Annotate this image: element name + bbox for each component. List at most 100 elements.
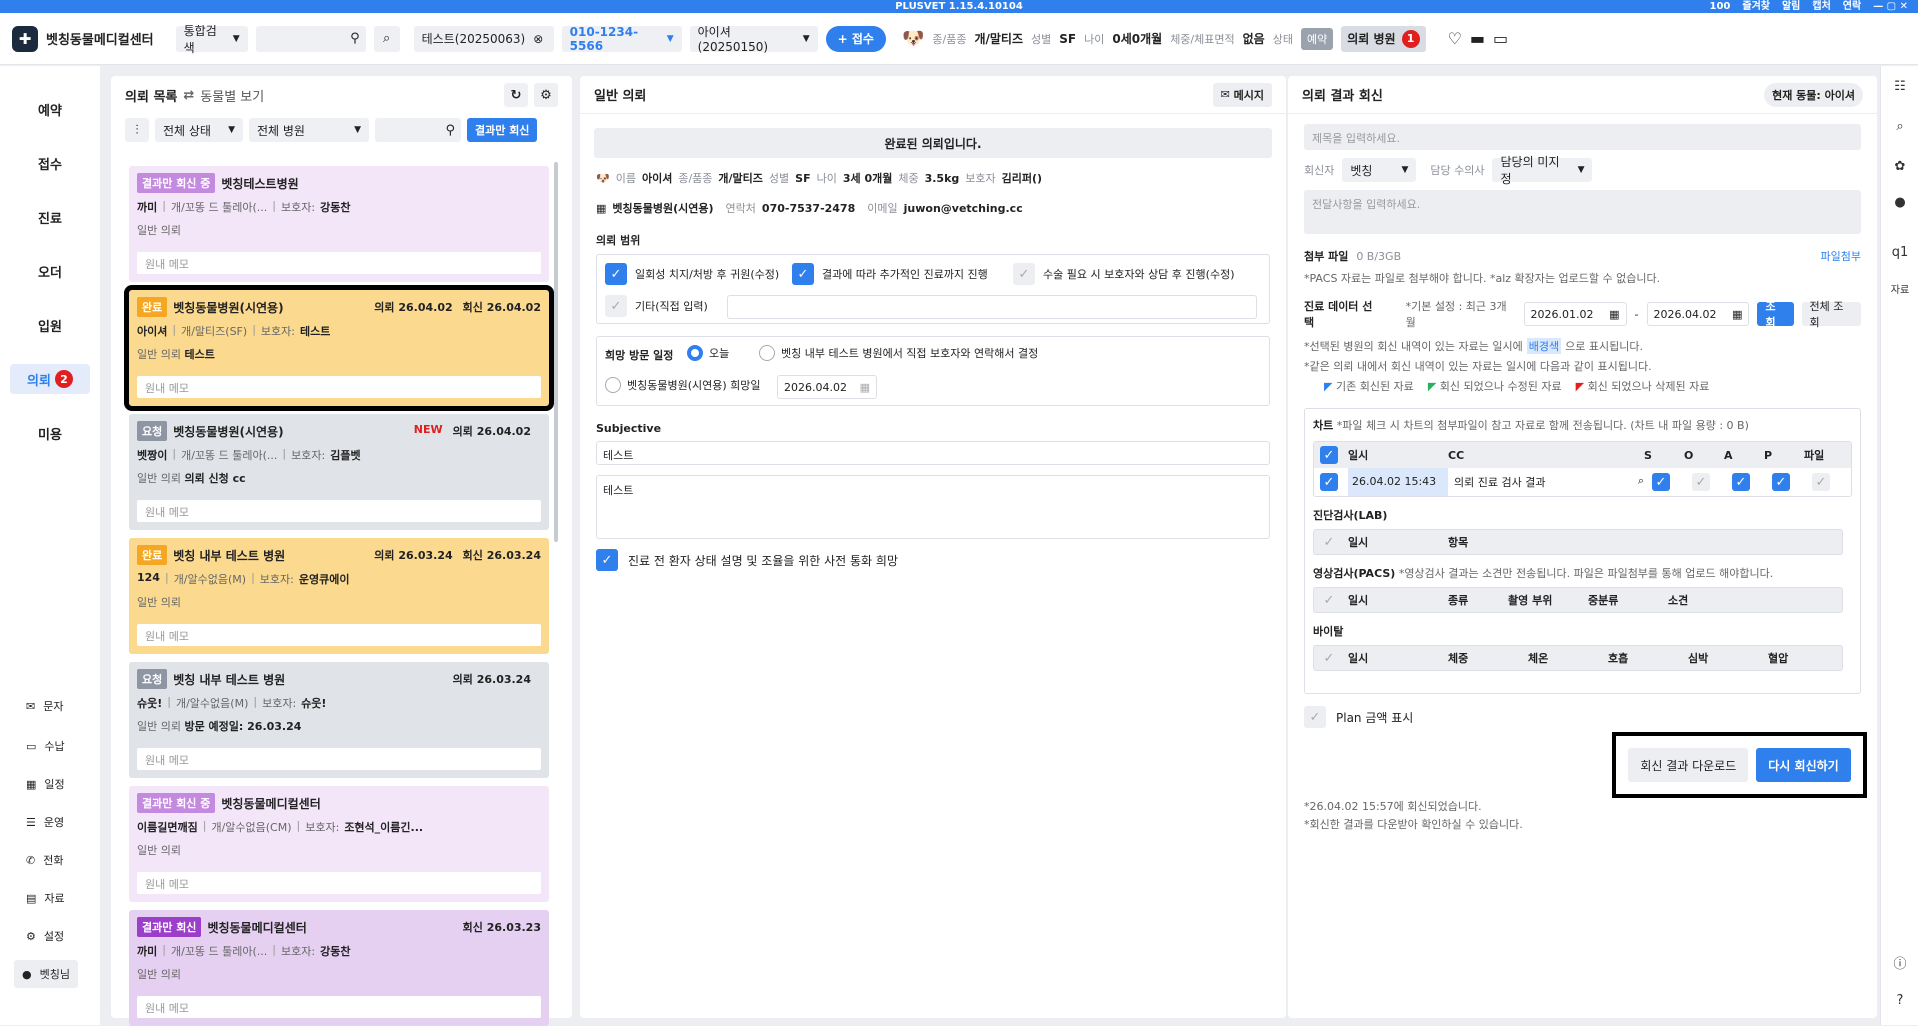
capture-link[interactable]: 캡처 <box>1812 0 1830 13</box>
message-button[interactable]: ✉ 메시지 <box>1212 82 1272 107</box>
memo-input[interactable]: 원내 메모 <box>137 252 541 274</box>
checkbox[interactable]: ✓ <box>792 263 814 285</box>
reply-title-input[interactable]: 제목을 입력하세요. <box>1304 124 1861 150</box>
visit-option-contact[interactable]: 벳칭 내부 테스트 병원에서 직접 보호자와 연락해서 결정 <box>759 345 1038 361</box>
settings-icon[interactable]: ⚙ <box>534 83 558 107</box>
subjective-title-input[interactable]: 테스트 <box>596 441 1270 465</box>
alerts-link[interactable]: 알림 <box>1782 0 1800 13</box>
heart-monitor-icon[interactable]: ♡ <box>1448 29 1462 48</box>
info-icon[interactable]: ⓘ <box>1890 952 1910 972</box>
memo-input[interactable]: 원내 메모 <box>137 624 541 646</box>
list-search-input[interactable]: ⚲ <box>375 118 461 142</box>
query-all-button[interactable]: 전체 조회 <box>1801 300 1861 329</box>
patient-select[interactable]: 아이셔(20250150) ▼ <box>689 25 818 54</box>
referral-card[interactable]: 결과만 회신 벳칭동물메디컬센터 회신 26.03.23 까미 | 개/꼬똥 드 툴레아… <box>129 910 549 1026</box>
user-menu[interactable]: ● 벳칭님 <box>14 960 78 988</box>
register-button[interactable]: + 접수 <box>825 25 886 52</box>
plan-option[interactable]: ✓ Plan 금액 표시 <box>1288 694 1877 728</box>
pre-call-option[interactable]: ✓ 진료 전 환자 상태 설명 및 조율을 위한 사전 통화 희망 <box>596 549 1270 571</box>
paw-icon[interactable]: ✿ <box>1890 156 1910 176</box>
nav-item-inpatient[interactable]: 입원 <box>10 310 90 340</box>
row-checkbox[interactable]: ✓ <box>1320 473 1338 491</box>
refresh-icon[interactable]: ↻ <box>504 83 528 107</box>
scrollbar[interactable] <box>554 162 558 542</box>
q1-icon[interactable]: q1 <box>1890 242 1910 262</box>
select-all-checkbox[interactable]: ✓ <box>1320 446 1338 464</box>
contacts-icon[interactable]: ☷ <box>1890 76 1910 96</box>
nav-sms[interactable]: ✉ 문자 <box>26 698 63 714</box>
vet-select[interactable]: 담당의 미지정 ▼ <box>1492 155 1593 186</box>
query-button[interactable]: 조회 <box>1757 300 1794 329</box>
date-to-input[interactable]: 2026.04.02 ▦ <box>1646 302 1750 326</box>
nav-item-order[interactable]: 오더 <box>10 256 90 286</box>
download-result-button[interactable]: 회신 결과 다운로드 <box>1628 748 1749 782</box>
chart-row[interactable]: ✓ 26.04.02 15:43 의뢰 진료 검사 결과 ⌕ ✓ ✓ ✓ ✓ ✓ <box>1314 468 1851 496</box>
window-controls[interactable]: — ▢ ✕ <box>1873 0 1908 13</box>
filter-icon[interactable]: ⫶ <box>125 118 149 142</box>
lab-checkbox[interactable]: ✓ <box>1320 533 1338 551</box>
referral-card[interactable]: 요청 벳칭 내부 테스트 병원 의뢰 26.03.24 슈웃! | 개/알수없음(M) |… <box>129 662 549 778</box>
data-icon[interactable]: 자료 <box>1890 278 1910 298</box>
nav-operation[interactable]: ☰ 운영 <box>26 814 64 830</box>
referral-card[interactable]: 결과만 회신 중 벳칭테스트병원 까미 | 개/꼬똥 드 툴레아(... | 보호자: 강동… <box>129 166 549 282</box>
replier-select[interactable]: 벳칭 ▼ <box>1342 158 1417 182</box>
nav-data[interactable]: ▤ 자료 <box>26 890 65 906</box>
favorites-link[interactable]: 즐겨찾 <box>1742 0 1770 13</box>
visit-option-date[interactable]: 벳칭동물병원(시연용) 희망일 <box>605 377 761 393</box>
referral-card[interactable]: 완료 벳칭동물병원(시연용) 의뢰 26.04.02 회신 26.04.02 아이셔 |… <box>124 285 554 411</box>
checkbox[interactable]: ✓ <box>1013 263 1035 285</box>
p-checkbox[interactable]: ✓ <box>1772 473 1790 491</box>
nav-item-reception[interactable]: 접수 <box>10 148 90 178</box>
nav-item-reservation[interactable]: 예약 <box>10 94 90 124</box>
resend-button[interactable]: 다시 회신하기 <box>1756 748 1851 782</box>
result-only-button[interactable]: 결과만 회신 <box>467 118 538 142</box>
referral-card[interactable]: 요청 벳칭동물병원(시연용) NEW 의뢰 26.04.02 벳짱이 | 개/꼬똥 드 툴… <box>129 414 549 530</box>
close-icon[interactable]: ⊗ <box>533 32 543 46</box>
o-checkbox[interactable]: ✓ <box>1692 473 1710 491</box>
visit-option-today[interactable]: 오늘 <box>687 345 729 361</box>
nav-schedule[interactable]: ▦ 일정 <box>26 776 65 792</box>
animal-view-link[interactable]: 동물별 보기 <box>200 86 264 105</box>
attach-file-link[interactable]: 파일첨부 <box>1821 248 1861 264</box>
checkbox[interactable]: ✓ <box>605 263 627 285</box>
patient-tab[interactable]: 테스트(20250063) ⊗ <box>413 25 554 52</box>
search-person-icon[interactable]: ⌕ <box>1890 116 1910 136</box>
contact-link[interactable]: 연락 <box>1843 0 1861 13</box>
a-checkbox[interactable]: ✓ <box>1732 473 1750 491</box>
search-icon[interactable]: ⚲ <box>350 31 360 46</box>
memo-input[interactable]: 원내 메모 <box>137 996 541 1018</box>
card-icon[interactable]: ▭ <box>1493 29 1508 48</box>
referral-card[interactable]: 완료 벳칭 내부 테스트 병원 의뢰 26.03.24 회신 26.03.24 124… <box>129 538 549 654</box>
nav-settings[interactable]: ⚙ 설정 <box>26 928 64 944</box>
patient-search-icon[interactable]: ⌕ <box>373 25 400 52</box>
hospital-filter[interactable]: 전체 병원 ▼ <box>249 118 369 142</box>
vital-checkbox[interactable]: ✓ <box>1320 649 1338 667</box>
file-checkbox[interactable]: ✓ <box>1812 473 1830 491</box>
pacs-checkbox[interactable]: ✓ <box>1320 591 1338 609</box>
memo-input[interactable]: 원내 메모 <box>137 872 541 894</box>
chat-icon[interactable]: ● <box>1890 192 1910 212</box>
nav-item-referral[interactable]: 의뢰 2 <box>10 364 90 394</box>
nav-payment[interactable]: ▭ 수납 <box>26 738 65 754</box>
search-mode-select[interactable]: 통합검색 ▼ <box>175 24 248 55</box>
search-input[interactable]: ⚲ <box>255 25 366 52</box>
message-textarea[interactable]: 전달사항을 입력하세요. <box>1304 190 1861 234</box>
s-checkbox[interactable]: ✓ <box>1652 473 1670 491</box>
status-filter[interactable]: 전체 상태 ▼ <box>155 118 243 142</box>
memo-input[interactable]: 원내 메모 <box>137 500 541 522</box>
nav-item-grooming[interactable]: 미용 <box>10 418 90 448</box>
checkbox[interactable]: ✓ <box>605 295 627 317</box>
referral-card[interactable]: 결과만 회신 중 벳칭동물메디컬센터 이름길면깨짐 | 개/알수없음(CM) | 보호자:… <box>129 786 549 902</box>
nav-item-treatment[interactable]: 진료 <box>10 202 90 232</box>
subjective-textarea[interactable]: 테스트 <box>596 475 1270 539</box>
date-from-input[interactable]: 2026.01.02 ▦ <box>1523 302 1627 326</box>
folder-icon[interactable]: ▬ <box>1470 29 1485 48</box>
phone-select[interactable]: 010-1234-5566 ▼ <box>561 25 682 53</box>
zoom-level[interactable]: 100 <box>1710 0 1731 13</box>
visit-date-input[interactable]: 2026.04.02 ▦ <box>777 375 877 399</box>
nav-phone[interactable]: ✆ 전화 <box>26 852 63 868</box>
help-icon[interactable]: ? <box>1890 990 1910 1010</box>
memo-input[interactable]: 원내 메모 <box>137 748 541 770</box>
referral-hospital-button[interactable]: 의뢰 병원 1 <box>1341 25 1426 52</box>
other-input[interactable] <box>727 295 1257 319</box>
